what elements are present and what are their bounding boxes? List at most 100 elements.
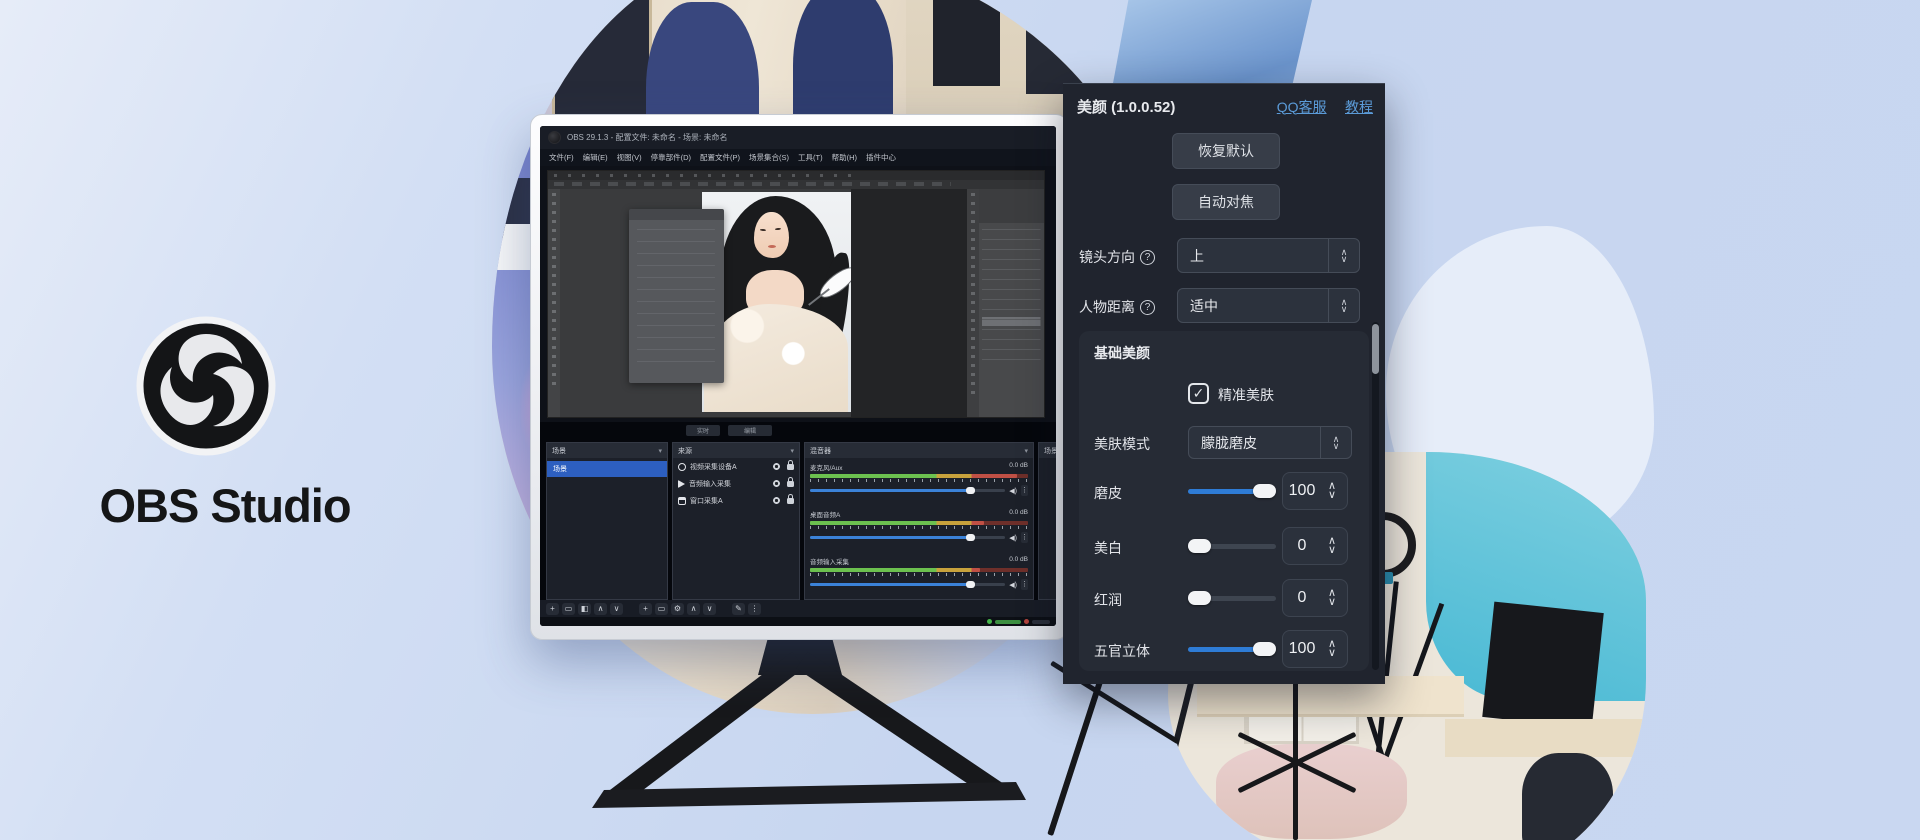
person-distance-label: 人物距离? <box>1079 297 1155 317</box>
add-icon[interactable]: + <box>546 603 559 615</box>
gear-icon[interactable]: ⚙ <box>671 603 684 615</box>
volume-slider[interactable] <box>810 583 1005 586</box>
spinner-chevrons-icon[interactable]: ∧∨ <box>1321 537 1347 555</box>
volume-slider[interactable] <box>810 489 1005 492</box>
restore-defaults-button[interactable]: 恢复默认 <box>1172 133 1280 169</box>
spinner-chevrons-icon[interactable]: ∧∨ <box>1321 589 1347 607</box>
speaker-icon[interactable]: ◀) <box>1009 487 1017 495</box>
channel-menu-icon[interactable]: ⋮ <box>1021 579 1028 590</box>
source-label: 音频输入采集 <box>689 479 768 489</box>
face-3d-value[interactable]: 100∧∨ <box>1282 630 1348 668</box>
person-distance-select[interactable]: 适中 ∧∨ <box>1177 288 1360 323</box>
cpu-pill <box>1032 620 1050 624</box>
rosy-label: 红润 <box>1094 590 1122 610</box>
meter-ticks <box>810 573 1028 576</box>
dock-menu-icon[interactable]: ▾ <box>658 447 662 455</box>
speaker-icon[interactable]: ◀) <box>1009 534 1017 542</box>
qq-support-link[interactable]: QQ客服 <box>1277 99 1327 115</box>
ps-floating-panel <box>629 209 724 383</box>
eye <box>775 228 781 231</box>
whitening-slider[interactable] <box>1188 539 1276 553</box>
remove-icon[interactable]: ▭ <box>562 603 575 615</box>
spinner-chevrons-icon[interactable]: ∧∨ <box>1328 289 1359 322</box>
autofocus-button[interactable]: 自动对焦 <box>1172 184 1280 220</box>
lock-icon[interactable] <box>787 498 794 504</box>
properties-icon[interactable]: ◧ <box>578 603 591 615</box>
menu-tools[interactable]: 工具(T) <box>798 152 823 163</box>
lock-icon[interactable] <box>787 481 794 487</box>
help-icon[interactable]: ? <box>1140 250 1155 265</box>
rosy-value[interactable]: 0∧∨ <box>1282 579 1348 617</box>
scrollbar-thumb[interactable] <box>1372 324 1379 374</box>
smoothing-slider[interactable] <box>1188 484 1276 498</box>
speaker-icon[interactable]: ◀) <box>1009 581 1017 589</box>
move-up-icon[interactable]: ∧ <box>594 603 607 615</box>
advanced-audio-icon[interactable]: ⋮ <box>748 603 761 615</box>
window-icon <box>678 497 686 505</box>
whitening-value[interactable]: 0∧∨ <box>1282 527 1348 565</box>
spinner-chevrons-icon[interactable]: ∧∨ <box>1321 482 1347 500</box>
preview-tab[interactable]: 实时 <box>686 425 720 436</box>
menu-docks[interactable]: 停靠部件(D) <box>651 152 691 163</box>
preview-tab[interactable]: 编辑 <box>728 425 772 436</box>
menu-plugin-center[interactable]: 插件中心 <box>866 152 896 163</box>
scene-row-selected[interactable]: 场景 <box>547 461 667 477</box>
source-label: 窗口采集A <box>690 496 768 506</box>
move-down-icon[interactable]: ∨ <box>610 603 623 615</box>
volume-meter <box>810 474 1028 478</box>
rosy-slider[interactable] <box>1188 591 1276 605</box>
face-3d-label: 五官立体 <box>1094 641 1150 661</box>
select-value: 适中 <box>1178 296 1328 316</box>
visibility-eye-icon[interactable] <box>772 479 781 488</box>
lips <box>768 245 776 248</box>
spinner-chevrons-icon[interactable]: ∧∨ <box>1328 239 1359 272</box>
help-icon[interactable]: ? <box>1140 300 1155 315</box>
filters-icon[interactable]: ✎ <box>732 603 745 615</box>
volume-meter <box>810 568 1028 572</box>
basic-beauty-group: 基础美颜 ✓ 精准美肤 美肤模式 朦胧磨皮 ∧∨ 磨皮 100∧∨ 美白 0∧∨… <box>1079 331 1369 671</box>
ps-menubar <box>548 171 1044 180</box>
move-up-icon[interactable]: ∧ <box>687 603 700 615</box>
visibility-eye-icon[interactable] <box>772 462 781 471</box>
menu-profile[interactable]: 配置文件(P) <box>700 152 740 163</box>
transitions-dock-title: 场景转场 <box>1044 446 1056 456</box>
face-3d-slider[interactable] <box>1188 642 1276 656</box>
source-label: 视频采集设备A <box>690 462 768 472</box>
source-row[interactable]: 音频输入采集 <box>673 475 799 492</box>
add-icon[interactable]: + <box>639 603 652 615</box>
obs-dock-toolbar: + ▭ ◧ ∧ ∨ + ▭ ⚙ ∧ ∨ ✎ ⋮ <box>540 600 1056 617</box>
menu-file[interactable]: 文件(F) <box>549 152 574 163</box>
visibility-eye-icon[interactable] <box>772 496 781 505</box>
channel-menu-icon[interactable]: ⋮ <box>1021 485 1028 496</box>
eye <box>760 229 766 231</box>
obs-app-icon <box>548 131 561 144</box>
skin-mode-select[interactable]: 朦胧磨皮 ∧∨ <box>1188 426 1352 459</box>
side-desk <box>1445 719 1646 758</box>
menu-edit[interactable]: 编辑(E) <box>583 152 608 163</box>
panel-scrollbar[interactable] <box>1372 322 1379 670</box>
dock-menu-icon[interactable]: ▾ <box>1024 447 1028 455</box>
channel-menu-icon[interactable]: ⋮ <box>1021 532 1028 543</box>
mixer-channel: 桌面音频A0.0 dB ◀)⋮ <box>810 509 1028 543</box>
monitor-silhouette <box>933 0 1000 86</box>
spinner-chevrons-icon[interactable]: ∧∨ <box>1320 427 1351 458</box>
dock-menu-icon[interactable]: ▾ <box>790 447 794 455</box>
lock-icon[interactable] <box>787 464 794 470</box>
precise-skin-checkbox[interactable]: ✓ <box>1188 383 1209 404</box>
source-row[interactable]: 视频采集设备A <box>673 458 799 475</box>
move-down-icon[interactable]: ∨ <box>703 603 716 615</box>
menu-help[interactable]: 帮助(H) <box>832 152 857 163</box>
source-row[interactable]: 窗口采集A <box>673 492 799 509</box>
precise-skin-label: 精准美肤 <box>1218 385 1274 405</box>
volume-slider[interactable] <box>810 536 1005 539</box>
whitening-label: 美白 <box>1094 538 1122 558</box>
camera-direction-select[interactable]: 上 ∧∨ <box>1177 238 1360 273</box>
menu-view[interactable]: 视图(V) <box>617 152 642 163</box>
remove-icon[interactable]: ▭ <box>655 603 668 615</box>
ps-layers-panel <box>979 189 1044 417</box>
tutorial-link[interactable]: 教程 <box>1345 99 1373 115</box>
smoothing-label: 磨皮 <box>1094 483 1122 503</box>
spinner-chevrons-icon[interactable]: ∧∨ <box>1321 640 1347 658</box>
smoothing-value[interactable]: 100∧∨ <box>1282 472 1348 510</box>
menu-scene-collection[interactable]: 场景集合(S) <box>749 152 789 163</box>
